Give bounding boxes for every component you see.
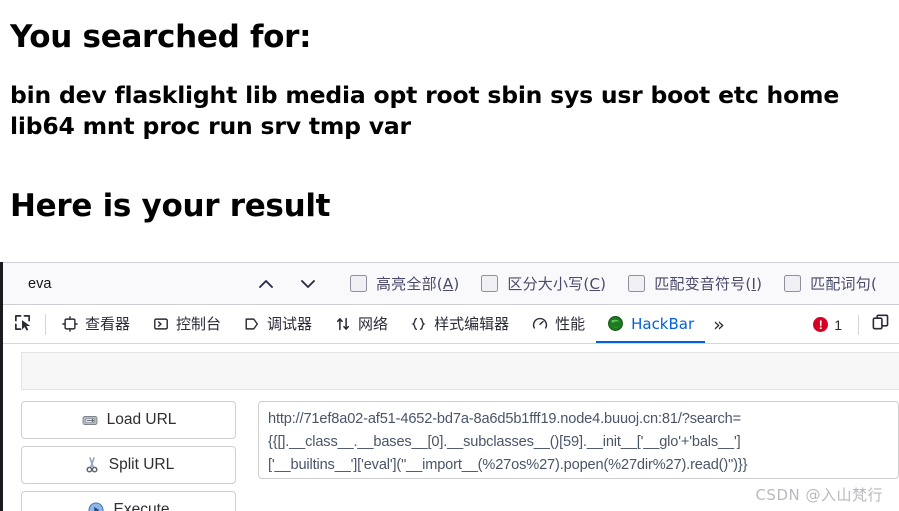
find-next-button[interactable] <box>294 270 322 298</box>
find-option-highlight-all[interactable]: 高亮全部(A) <box>349 273 460 294</box>
find-options: 高亮全部(A) 区分大小写(C) 匹配变音符号(I) 匹配词句( <box>349 273 899 294</box>
checkbox-whole-words[interactable] <box>784 275 802 292</box>
find-option-match-case[interactable]: 区分大小写(C) <box>481 273 606 294</box>
tab-hackbar[interactable]: HackBar <box>596 306 706 343</box>
tab-label: 性能 <box>555 315 586 333</box>
element-picker-icon <box>13 313 32 337</box>
url-line: http://71ef8a02-af51-4652-bd7a-8a6d5b1ff… <box>268 411 741 427</box>
inspector-icon <box>61 315 78 332</box>
tab-label: 样式编辑器 <box>434 315 510 333</box>
hackbar-button-column: Load URL Split URL Execute <box>3 398 258 511</box>
tab-label: 调试器 <box>267 315 313 333</box>
tab-label: HackBar <box>631 314 695 333</box>
find-bar: 高亮全部(A) 区分大小写(C) 匹配变音符号(I) 匹配词句( <box>0 262 899 305</box>
console-icon <box>152 315 169 332</box>
result-section-heading: Here is your result <box>10 187 331 224</box>
checkbox-match-diacritics[interactable] <box>628 275 646 292</box>
execute-button[interactable]: Execute <box>21 491 236 511</box>
debugger-icon <box>243 315 260 332</box>
find-option-label: 匹配词句( <box>810 275 877 293</box>
dock-toggle-button[interactable] <box>865 310 895 340</box>
chevron-down-icon <box>298 274 318 294</box>
hackbar-icon <box>607 315 624 332</box>
error-badge[interactable]: ! 1 <box>803 317 852 333</box>
search-result-listing: bin dev flasklight lib media opt root sb… <box>10 80 840 140</box>
find-option-label: 匹配变音符号(I) <box>654 275 763 293</box>
tab-console[interactable]: 控制台 <box>141 306 232 343</box>
devtools-toolbar: 查看器 控制台 调试器 网络 样式编辑器 性能 HackBar » ! 1 <box>3 306 899 344</box>
toolbar-divider <box>858 314 859 335</box>
tab-network[interactable]: 网络 <box>323 306 399 343</box>
tab-performance[interactable]: 性能 <box>520 306 596 343</box>
devtools-overflow-button[interactable]: » <box>705 306 733 343</box>
tab-label: 网络 <box>358 315 389 333</box>
devtools-toolbar-right: ! 1 <box>803 306 899 343</box>
hackbar-url-textarea[interactable]: http://71ef8a02-af51-4652-bd7a-8a6d5b1ff… <box>258 401 899 479</box>
tab-style-editor[interactable]: 样式编辑器 <box>399 306 520 343</box>
url-line: {{[].__class__.__bases__[0].__subclasses… <box>268 433 741 450</box>
find-option-match-diacritics[interactable]: 匹配变音符号(I) <box>628 273 762 294</box>
tab-inspector[interactable]: 查看器 <box>50 306 141 343</box>
network-icon <box>334 315 351 332</box>
checkbox-highlight-all[interactable] <box>349 275 367 292</box>
execute-play-icon <box>87 501 105 511</box>
checkbox-match-case[interactable] <box>481 275 499 292</box>
url-line: ['__builtins__']['eval']("__import__(%27… <box>268 456 748 473</box>
hackbar-panel: Load URL Split URL Execute http://71ef8a… <box>3 344 899 511</box>
button-label: Split URL <box>108 456 175 473</box>
page-content-area: You searched for: bin dev flasklight lib… <box>0 0 899 262</box>
chevron-up-icon <box>256 274 276 294</box>
browser-screenshot: You searched for: bin dev flasklight lib… <box>0 0 899 511</box>
element-picker-button[interactable] <box>3 306 41 343</box>
load-url-button[interactable]: Load URL <box>21 401 236 439</box>
error-exclamation-icon: ! <box>813 317 829 332</box>
button-label: Execute <box>113 501 170 511</box>
style-editor-icon <box>410 315 427 332</box>
find-option-whole-words[interactable]: 匹配词句( <box>784 273 877 294</box>
find-option-label: 区分大小写(C) <box>507 275 607 293</box>
find-input-wrapper[interactable] <box>20 269 252 299</box>
hackbar-body: Load URL Split URL Execute http://71ef8a… <box>3 398 899 511</box>
performance-icon <box>531 315 548 332</box>
find-navigation <box>252 270 322 298</box>
tab-debugger[interactable]: 调试器 <box>232 306 323 343</box>
find-previous-button[interactable] <box>252 270 280 298</box>
window-left-edge <box>0 262 3 511</box>
load-url-icon <box>81 411 99 429</box>
button-label: Load URL <box>106 411 177 428</box>
page-title: You searched for: <box>10 19 312 55</box>
split-url-scissors-icon <box>83 456 101 474</box>
double-chevron-right-icon: » <box>713 313 725 336</box>
find-option-label: 高亮全部(A) <box>375 275 460 293</box>
error-count: 1 <box>834 316 842 333</box>
find-input[interactable] <box>28 275 244 292</box>
dock-to-side-icon <box>871 313 890 337</box>
tab-label: 控制台 <box>176 315 222 333</box>
split-url-button[interactable]: Split URL <box>21 446 236 484</box>
hackbar-toolbar-strip <box>21 352 899 390</box>
devtools-tab-list: 查看器 控制台 调试器 网络 样式编辑器 性能 HackBar » <box>50 306 803 343</box>
tab-label: 查看器 <box>85 315 131 333</box>
toolbar-divider <box>45 314 46 335</box>
